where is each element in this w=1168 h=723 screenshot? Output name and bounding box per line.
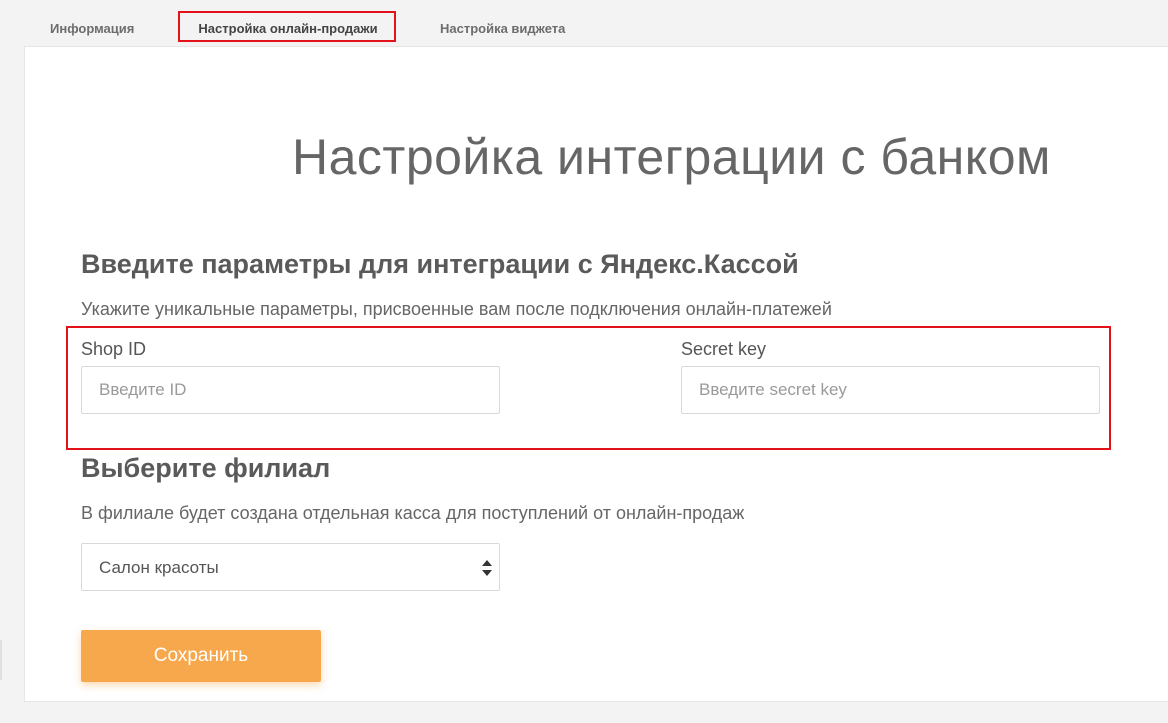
secret-key-label: Secret key [681, 339, 767, 359]
integration-description: Укажите уникальные параметры, присвоенны… [81, 299, 832, 319]
tab-information[interactable]: Информация [50, 10, 134, 44]
branch-description: В филиале будет создана отдельная касса … [81, 503, 745, 523]
tab-widget-settings[interactable]: Настройка виджета [440, 10, 565, 44]
select-updown-icon [482, 560, 492, 576]
branch-select[interactable]: Салон красоты [81, 543, 500, 591]
shop-id-input[interactable] [81, 366, 500, 414]
tab-bar: Информация Настройка онлайн-продажи Наст… [0, 0, 1168, 46]
save-button[interactable]: Сохранить [81, 630, 321, 682]
page-title: Настройка интеграции с банком [292, 129, 1051, 185]
branch-select-value: Салон красоты [99, 558, 219, 577]
branch-heading: Выберите филиал [81, 453, 331, 483]
tab-online-sales-settings[interactable]: Настройка онлайн-продажи [178, 10, 398, 44]
shop-id-label: Shop ID [81, 339, 147, 359]
secret-key-input[interactable] [681, 366, 1100, 414]
integration-heading: Введите параметры для интеграции с Яндек… [81, 249, 799, 279]
left-edge-divider [0, 640, 2, 680]
